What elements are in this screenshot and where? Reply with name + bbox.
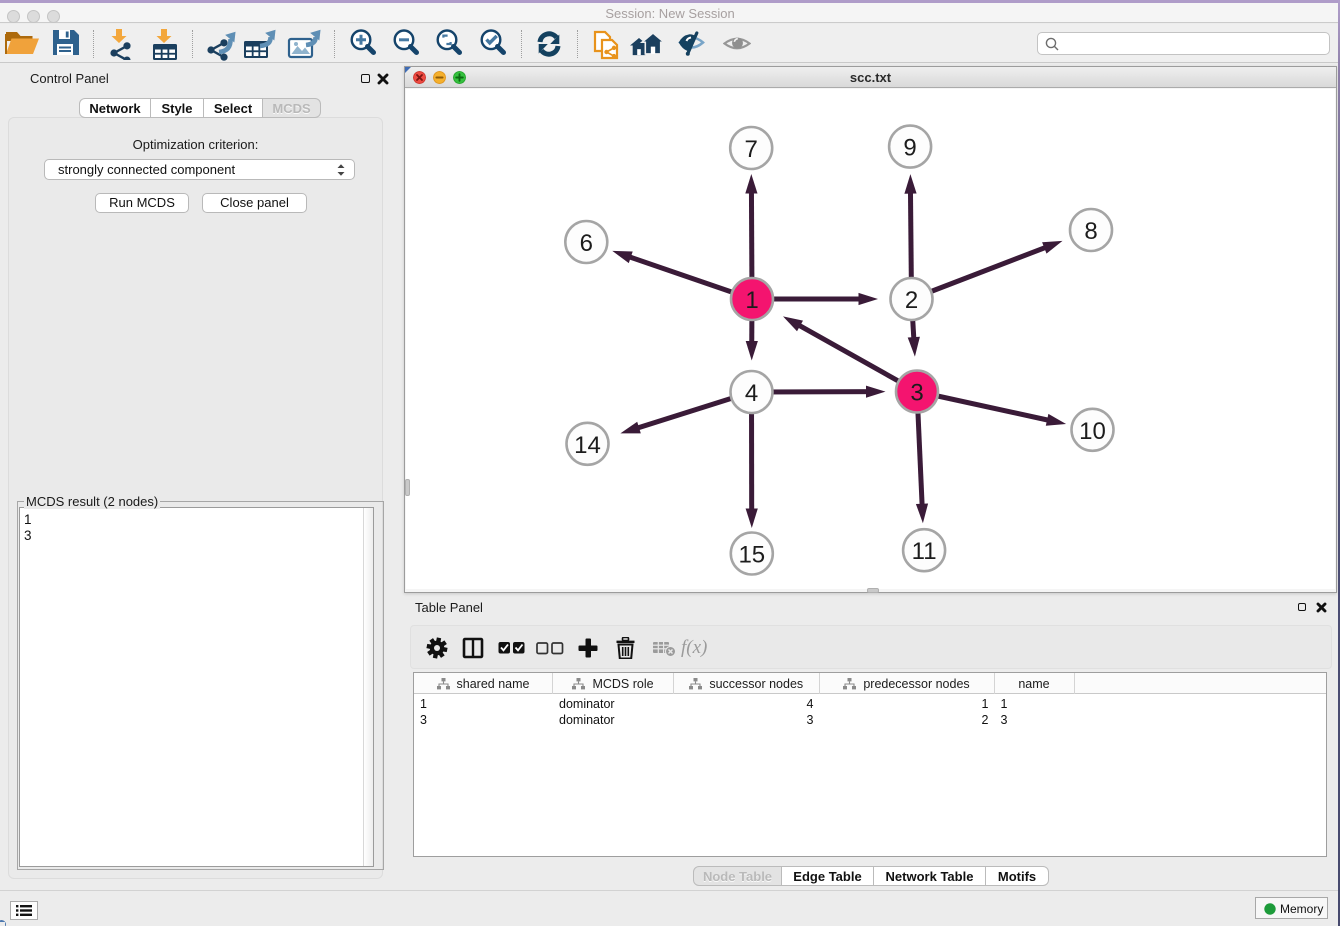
svg-text:9: 9 — [903, 135, 916, 162]
svg-text:3: 3 — [910, 380, 923, 407]
svg-text:14: 14 — [574, 432, 601, 459]
svg-text:1: 1 — [745, 287, 758, 314]
svg-text:2: 2 — [905, 287, 918, 314]
svg-text:15: 15 — [738, 542, 765, 569]
svg-text:4: 4 — [745, 380, 758, 407]
svg-text:11: 11 — [912, 538, 937, 565]
svg-text:6: 6 — [580, 230, 593, 257]
svg-text:7: 7 — [745, 136, 758, 163]
svg-text:10: 10 — [1079, 418, 1106, 445]
svg-text:8: 8 — [1084, 218, 1097, 245]
